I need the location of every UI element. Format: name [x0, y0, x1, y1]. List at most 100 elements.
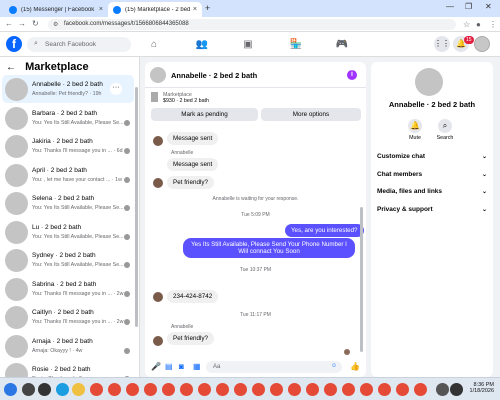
avatar — [5, 78, 28, 101]
inbox-scrollbar[interactable] — [135, 87, 138, 327]
menu-grid-icon[interactable]: ⋮⋮ — [434, 36, 450, 52]
conversation-item[interactable]: Lu · 2 bed 2 bath You: Yes Its Still Avai… — [2, 218, 134, 246]
conversation-item[interactable]: Sydney · 2 bed 2 bath You: Yes Its Still … — [2, 246, 134, 274]
search-input[interactable]: ⌕ Search Facebook — [27, 37, 131, 52]
conversation-item[interactable]: Jakiria · 2 bed 2 bath You: Thanks I'll m… — [2, 132, 134, 160]
emoji-icon[interactable]: ☺ — [331, 363, 337, 369]
tab-label: (15) Marketplace - 2 bed 2 bath — [125, 6, 190, 13]
chat-title[interactable]: Annabelle · 2 bed 2 bath — [171, 71, 257, 80]
profile-avatar[interactable] — [474, 36, 490, 52]
tab-marketplace[interactable]: (15) Marketplace - 2 bed 2 bath × — [108, 2, 202, 17]
reload-icon[interactable]: ↻ — [32, 19, 39, 28]
sticker-icon[interactable]: ◙ — [179, 362, 184, 371]
profile-icon[interactable]: ● — [476, 20, 481, 29]
start-icon[interactable] — [4, 383, 17, 396]
close-tab-icon[interactable]: × — [99, 6, 103, 13]
friends-icon[interactable]: 👥 — [195, 38, 209, 52]
conversation-item[interactable]: April · 2 bed 2 bath You: , let me have y… — [2, 161, 134, 189]
privacy-support-row[interactable]: Privacy & support ⌄ — [377, 206, 487, 213]
sender-name: Annabelle — [171, 324, 194, 330]
chrome-icon[interactable] — [414, 383, 427, 396]
mute-button[interactable]: 🔔 Mute — [403, 119, 427, 141]
conversation-item[interactable]: Selena · 2 bed 2 bath You: Yes Its Still … — [2, 189, 134, 217]
photo-icon[interactable]: ▤ — [165, 362, 173, 371]
minimize-icon[interactable]: — — [446, 2, 454, 11]
clock[interactable]: 8:36 PM 1/18/2026 — [466, 382, 494, 394]
message-placeholder: Aa — [213, 364, 221, 370]
facebook-logo-icon[interactable]: f — [6, 36, 22, 52]
conversation-item[interactable]: Sabrina · 2 bed 2 bath You: Thanks I'll m… — [2, 275, 134, 303]
conversation-item[interactable]: Arnaja · 2 bed 2 bath Arnaja: Okayyy ! · … — [2, 332, 134, 360]
close-tab-icon[interactable]: × — [193, 6, 197, 13]
chrome-icon[interactable] — [288, 383, 301, 396]
edge-icon[interactable] — [56, 383, 69, 396]
conversation-item[interactable]: Annabelle · 2 bed 2 bath Annabelle: Pet f… — [2, 75, 134, 103]
bookmark-star-icon[interactable]: ☆ — [463, 20, 470, 29]
media-files-links-row[interactable]: Media, files and links ⌄ — [377, 188, 487, 195]
chat-members-row[interactable]: Chat members ⌄ — [377, 171, 487, 178]
menu-dots-icon[interactable]: ⋮ — [489, 20, 497, 29]
like-icon[interactable]: 👍 — [350, 362, 360, 371]
chrome-icon[interactable] — [216, 383, 229, 396]
avatar[interactable] — [150, 67, 166, 83]
new-tab-button[interactable]: + — [205, 3, 210, 13]
marketplace-icon[interactable]: 🏪 — [289, 38, 303, 52]
read-receipt-avatar — [124, 176, 130, 183]
search-placeholder: Search Facebook — [45, 41, 96, 48]
back-arrow-icon[interactable]: ← — [5, 19, 13, 28]
conversation-item[interactable]: Rosie · 2 bed 2 bathRosie: Thank you! · … — [2, 360, 134, 377]
task-view-icon[interactable] — [38, 383, 51, 396]
site-info-icon[interactable]: ⚙ — [53, 21, 58, 28]
more-options-button[interactable]: More options — [261, 108, 361, 121]
more-options-icon[interactable]: ··· — [110, 83, 122, 95]
chrome-icon[interactable] — [342, 383, 355, 396]
customize-chat-row[interactable]: Customize chat ⌄ — [377, 153, 487, 160]
chrome-icon[interactable] — [378, 383, 391, 396]
composer: 🎤 ▤ ◙ ▦ Aa ☺ 👍 — [145, 358, 366, 377]
back-icon[interactable]: ← — [6, 62, 16, 73]
chrome-icon[interactable] — [180, 383, 193, 396]
microphone-icon[interactable]: 🎤 — [151, 362, 161, 371]
wifi-icon[interactable] — [450, 383, 463, 396]
chrome-icon[interactable] — [198, 383, 211, 396]
waiting-notice: Annabelle is waiting for your response. — [212, 196, 299, 202]
close-window-icon[interactable]: ✕ — [485, 2, 492, 11]
chrome-icon[interactable] — [252, 383, 265, 396]
chrome-icon[interactable] — [90, 383, 103, 396]
chrome-icon[interactable] — [324, 383, 337, 396]
bell-icon: 🔔 — [408, 119, 422, 133]
chrome-icon[interactable] — [306, 383, 319, 396]
avatar — [5, 192, 28, 215]
home-icon[interactable]: ⌂ — [147, 38, 161, 52]
mark-as-pending-button[interactable]: Mark as pending — [151, 108, 258, 121]
conversation-preview: You: Yes Its Still Available, Please Se.… — [32, 205, 128, 211]
message-input[interactable]: Aa ☺ — [206, 361, 342, 373]
info-icon[interactable]: i — [347, 70, 357, 80]
chrome-icon[interactable] — [396, 383, 409, 396]
video-icon[interactable]: ▣ — [241, 38, 255, 52]
gaming-icon[interactable]: 🎮 — [335, 38, 349, 52]
conversation-preview: You: , let me have your contact ... · 1w — [32, 176, 122, 183]
url-field[interactable]: ⚙ facebook.com/messages/t/15668068443650… — [48, 19, 456, 30]
chrome-icon[interactable] — [360, 383, 373, 396]
forward-arrow-icon[interactable]: → — [18, 19, 26, 28]
chrome-icon[interactable] — [270, 383, 283, 396]
listing-thumbnail[interactable] — [151, 92, 158, 102]
chrome-icon[interactable] — [162, 383, 175, 396]
chat-header: Annabelle · 2 bed 2 bath i — [145, 62, 366, 88]
search-icon[interactable] — [22, 383, 35, 396]
chrome-icon[interactable] — [108, 383, 121, 396]
maximize-icon[interactable]: ❐ — [465, 2, 472, 11]
chat-scrollbar[interactable] — [360, 207, 363, 352]
conversation-item[interactable]: Caitlyn · 2 bed 2 bath You: Thanks I'll m… — [2, 303, 134, 331]
search-in-conversation-button[interactable]: ⌕ Search — [433, 119, 457, 141]
avatar — [5, 334, 28, 358]
system-tray-icon[interactable] — [436, 383, 449, 396]
conversation-item[interactable]: Barbara · 2 bed 2 bath You: Yes Its Still… — [2, 104, 134, 132]
chrome-icon[interactable] — [144, 383, 157, 396]
gif-icon[interactable]: ▦ — [193, 362, 201, 371]
chrome-icon[interactable] — [234, 383, 247, 396]
tab-messenger[interactable]: (15) Messenger | Facebook × — [4, 2, 108, 17]
file-explorer-icon[interactable] — [72, 383, 85, 396]
chrome-icon[interactable] — [126, 383, 139, 396]
